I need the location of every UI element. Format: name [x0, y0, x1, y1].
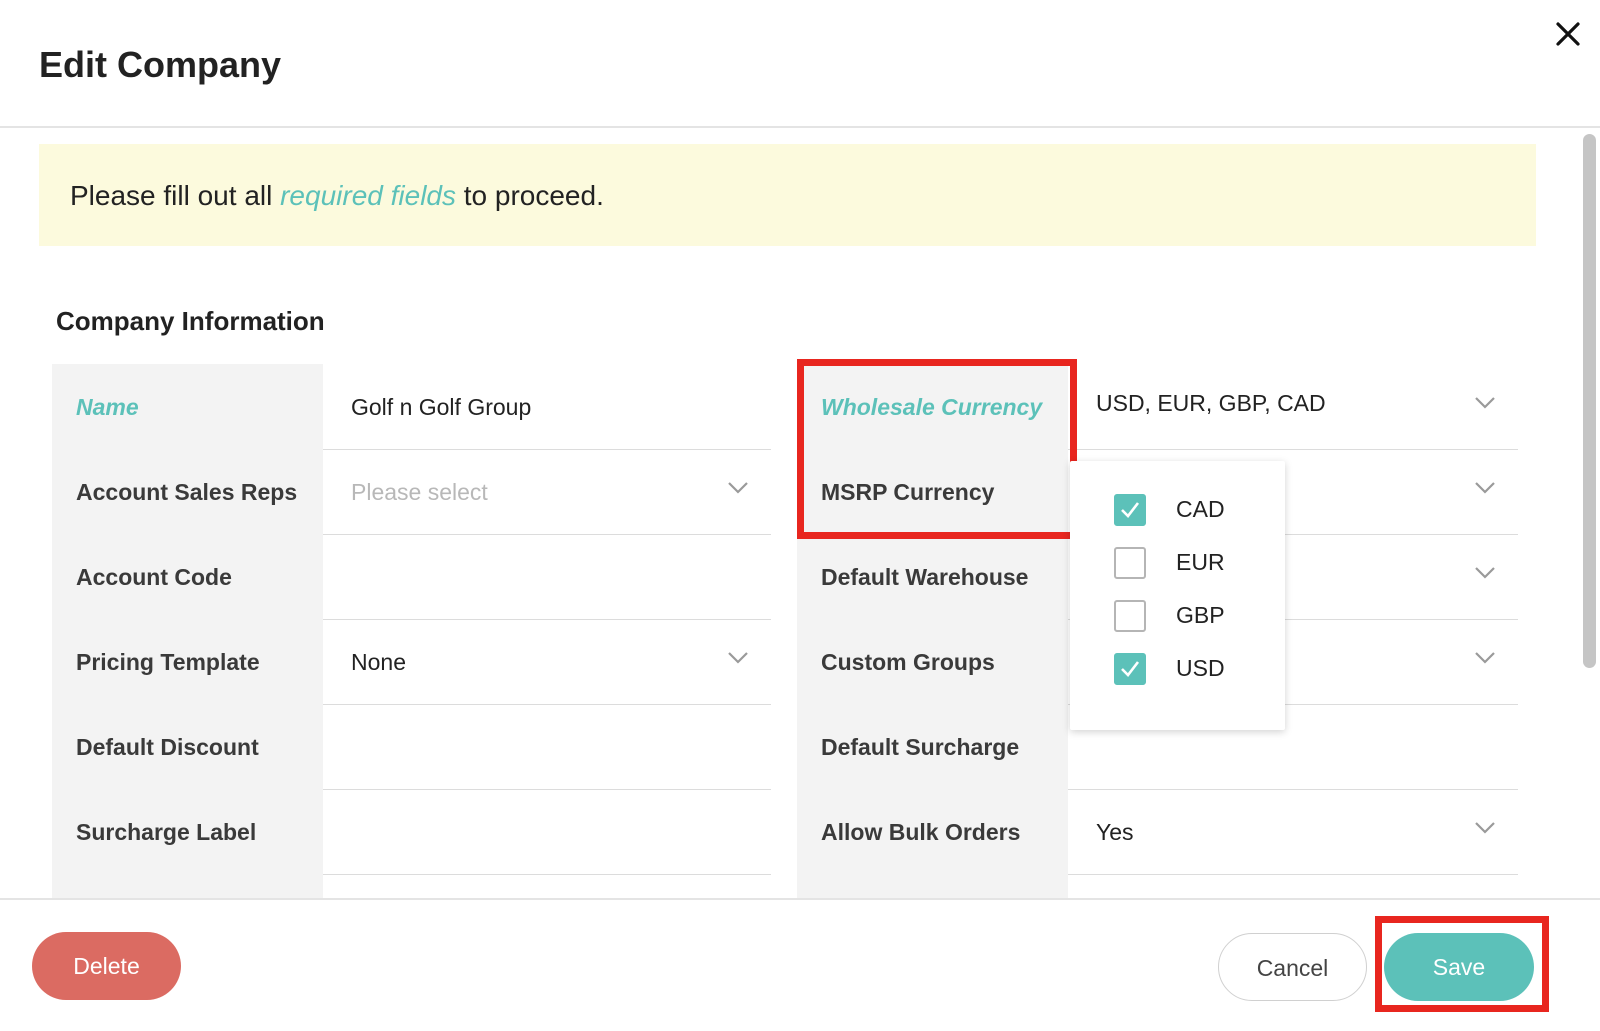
modal-body: Please fill out all required fields to p…: [0, 130, 1600, 898]
option-label: USD: [1176, 655, 1225, 681]
surcharge-label-input[interactable]: [323, 789, 771, 875]
chevron-down-icon: [1474, 481, 1496, 495]
option-label: EUR: [1176, 549, 1225, 575]
close-icon: [1556, 22, 1580, 46]
checkbox-checked[interactable]: [1114, 653, 1146, 685]
field-label: Surcharge Label: [76, 819, 257, 845]
check-icon: [1121, 661, 1140, 677]
pricing-template-select[interactable]: None: [323, 619, 771, 705]
field-label: Allow Bulk Orders: [821, 819, 1021, 845]
field-label: Default Surcharge: [821, 734, 1020, 760]
section-title: Company Information: [56, 306, 325, 336]
allow-bulk-orders-select[interactable]: Yes: [1068, 789, 1518, 875]
currency-option-gbp[interactable]: GBP: [1114, 597, 1274, 633]
checkbox-unchecked[interactable]: [1114, 600, 1146, 632]
account-sales-reps-select[interactable]: Please select: [323, 449, 771, 535]
chevron-down-icon: [1474, 566, 1496, 580]
required-fields-notice: Please fill out all required fields to p…: [39, 144, 1536, 246]
field-label: Default Discount: [76, 734, 259, 760]
chevron-down-icon: [1474, 651, 1496, 665]
required-fields-link[interactable]: required fields: [280, 180, 456, 211]
checkbox-checked[interactable]: [1114, 494, 1146, 526]
field-value: None: [351, 649, 406, 675]
field-label: Pricing Template: [76, 649, 260, 675]
close-button[interactable]: [1548, 14, 1588, 54]
field-value: USD, EUR, GBP, CAD: [1096, 390, 1326, 416]
chevron-down-icon: [1474, 821, 1496, 835]
delete-button[interactable]: Delete: [32, 932, 181, 1000]
chevron-down-icon: [1474, 396, 1496, 410]
field-label: Name: [76, 394, 139, 420]
field-value: Golf n Golf Group: [351, 394, 532, 420]
chevron-down-icon: [727, 481, 749, 495]
notice-suffix: to proceed.: [455, 180, 604, 211]
field-label: Account Sales Reps: [76, 479, 298, 505]
currency-option-usd[interactable]: USD: [1114, 650, 1274, 686]
option-label: GBP: [1176, 602, 1225, 628]
field-label: Account Code: [76, 564, 232, 590]
field-value: Yes: [1096, 819, 1134, 845]
check-icon: [1121, 502, 1140, 518]
modal-title: Edit Company: [39, 44, 282, 85]
field-placeholder: Please select: [351, 479, 488, 505]
notice-text: Please fill out all required fields to p…: [70, 180, 604, 212]
cancel-button[interactable]: Cancel: [1218, 933, 1367, 1001]
modal-footer: Delete Cancel Save: [0, 898, 1600, 1031]
field-label: Custom Groups: [821, 649, 995, 675]
currency-dropdown-menu: CAD EUR GBP USD: [1070, 461, 1285, 730]
field-label: MSRP Currency: [821, 479, 995, 505]
default-discount-input[interactable]: [323, 704, 771, 790]
chevron-down-icon: [727, 651, 749, 665]
field-label: Wholesale Currency: [821, 394, 1043, 420]
option-label: CAD: [1176, 496, 1225, 522]
currency-option-cad[interactable]: CAD: [1114, 491, 1274, 527]
currency-option-eur[interactable]: EUR: [1114, 544, 1274, 580]
notice-prefix: Please fill out all: [70, 180, 281, 211]
scrollbar-thumb[interactable]: [1583, 134, 1596, 668]
save-button[interactable]: Save: [1384, 933, 1534, 1001]
account-code-input[interactable]: [323, 534, 771, 620]
field-label: Default Warehouse: [821, 564, 1029, 590]
modal-header: Edit Company: [0, 0, 1600, 128]
wholesale-currency-select[interactable]: USD, EUR, GBP, CAD: [1068, 364, 1518, 450]
checkbox-unchecked[interactable]: [1114, 547, 1146, 579]
name-input[interactable]: Golf n Golf Group: [323, 364, 771, 450]
